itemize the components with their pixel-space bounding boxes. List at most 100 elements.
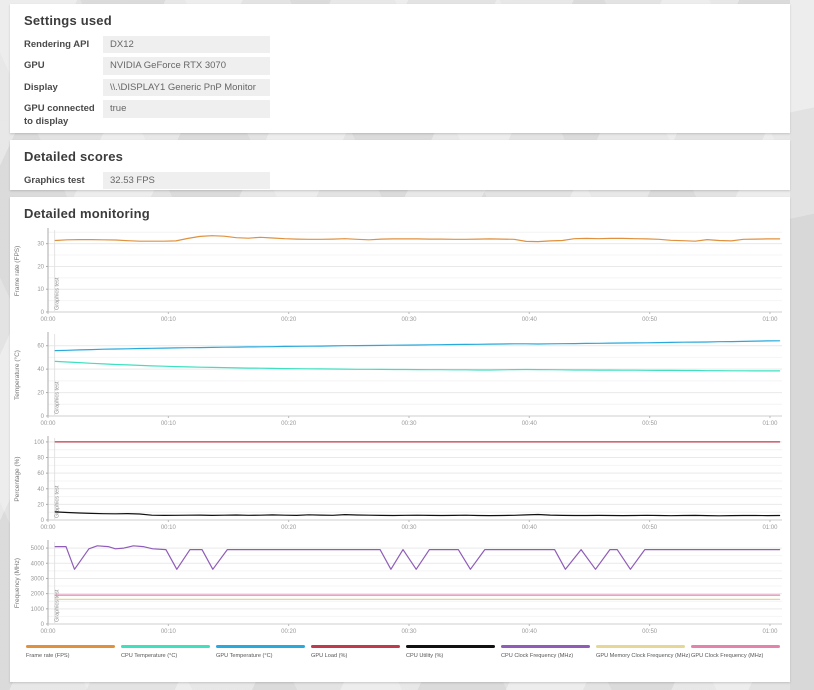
settings-row: GPU connected to display true — [24, 100, 790, 128]
detailed-monitoring-title: Detailed monitoring — [24, 206, 150, 221]
x-tick-label: 00:30 — [401, 421, 417, 427]
legend-color-bar — [596, 645, 685, 648]
field-value: DX12 — [103, 36, 270, 54]
x-tick-label: 00:50 — [642, 629, 658, 635]
y-axis-title: Percentage (%) — [14, 456, 21, 501]
field-value: 32.53 FPS — [103, 172, 270, 190]
x-tick-label: 00:10 — [161, 629, 177, 635]
y-tick-label: 40 — [37, 487, 44, 493]
legend-label: GPU Memory Clock Frequency (MHz) — [596, 653, 690, 659]
x-tick-label: 00:20 — [281, 629, 297, 635]
graphics-test-marker-label: Graphics test — [55, 277, 61, 310]
legend-color-bar — [26, 645, 115, 648]
x-tick-label: 00:30 — [401, 525, 417, 531]
graphics-test-marker-label: Graphics test — [55, 381, 61, 414]
settings-row: GPU NVIDIA GeForce RTX 3070 — [24, 57, 790, 75]
x-tick-label: 00:30 — [401, 317, 417, 323]
x-tick-label: 00:00 — [40, 317, 56, 323]
x-tick-label: 00:20 — [281, 317, 297, 323]
settings-rows: Rendering API DX12 GPU NVIDIA GeForce RTX 3… — [24, 36, 790, 128]
x-tick-label: 00:00 — [40, 421, 56, 427]
x-tick-label: 00:00 — [40, 525, 56, 531]
field-label: Rendering API — [24, 39, 90, 50]
detailed-scores-title: Detailed scores — [24, 149, 124, 164]
y-tick-label: 30 — [37, 242, 44, 248]
x-tick-label: 00:10 — [161, 421, 177, 427]
legend-color-bar — [406, 645, 495, 648]
y-tick-label: 4000 — [31, 561, 45, 567]
y-tick-label: 5000 — [31, 546, 45, 552]
x-tick-label: 00:40 — [522, 317, 538, 323]
settings-row: Display \\.\DISPLAY1 Generic PnP Monitor — [24, 78, 790, 97]
y-axis-title: Temperature (°C) — [13, 350, 21, 400]
legend-color-bar — [121, 645, 210, 648]
x-tick-label: 00:50 — [642, 421, 658, 427]
field-value: \\.\DISPLAY1 Generic PnP Monitor — [103, 78, 270, 97]
field-label: Display — [24, 81, 58, 93]
graphics-test-marker-label: Graphics test — [55, 589, 61, 622]
y-tick-label: 80 — [37, 456, 44, 462]
x-tick-label: 00:50 — [642, 317, 658, 323]
y-tick-label: 1000 — [31, 607, 45, 613]
chart-percentage: 02040608010000:00 00:10 00:20 00:30 00:40 00:… — [12, 434, 788, 538]
field-value: true — [103, 100, 270, 118]
x-tick-label: 00:50 — [642, 525, 658, 531]
y-tick-label: 10 — [37, 287, 44, 293]
scores-rows: Graphics test 32.53 FPS — [24, 172, 790, 190]
legend-label: GPU Load (%) — [311, 653, 348, 659]
monitoring-charts: 0 10 20 30 00:00 00:10 00:20 00:30 00:40 00:50 01:… — [12, 226, 790, 642]
y-tick-label: 100 — [34, 440, 45, 446]
legend-label: Frame rate (FPS) — [26, 653, 70, 659]
x-tick-label: 00:40 — [522, 629, 538, 635]
y-tick-label: 20 — [37, 391, 44, 397]
legend-color-bar — [311, 645, 400, 648]
chart-frequency: 01000200030004000500000:00 00:10 00:20 00:3… — [12, 538, 788, 642]
y-axis-title: Frequency (MHz) — [14, 558, 21, 608]
y-tick-label: 20 — [37, 502, 44, 508]
legend-color-bar — [691, 645, 780, 648]
x-tick-label: 00:10 — [161, 525, 177, 531]
field-label: GPU — [24, 60, 45, 72]
legend-svg: Frame rate (FPS) CPU Temperature (°C) GPU … — [26, 645, 780, 659]
x-tick-label: 01:00 — [762, 629, 778, 635]
settings-used-title: Settings used — [24, 13, 112, 28]
settings-row: Rendering API DX12 — [24, 36, 790, 54]
x-tick-label: 01:00 — [762, 525, 778, 531]
y-tick-label: 40 — [37, 367, 44, 373]
x-tick-label: 00:40 — [522, 525, 538, 531]
legend-label: GPU Temperature (°C) — [216, 653, 273, 659]
chart-temperature: 020406000:00 00:10 00:20 00:30 00:40 00:50 01:… — [12, 330, 788, 434]
x-tick-label: 00:10 — [161, 317, 177, 323]
y-tick-label: 60 — [37, 344, 44, 350]
x-tick-label: 00:30 — [401, 629, 417, 635]
legend-label: CPU Temperature (°C) — [121, 653, 177, 659]
chart-legend: Frame rate (FPS) CPU Temperature (°C) GPU … — [10, 642, 790, 666]
y-tick-label: 60 — [37, 471, 44, 477]
field-label: Graphics test — [24, 175, 85, 186]
x-tick-label: 00:00 — [40, 629, 56, 635]
legend-label: CPU Utility (%) — [406, 653, 443, 659]
graphics-test-marker-label: Graphics test — [55, 485, 61, 518]
x-tick-label: 00:20 — [281, 421, 297, 427]
detailed-scores-card: Detailed scores Graphics test 32.53 FPS — [10, 140, 790, 190]
legend-color-bar — [216, 645, 305, 648]
x-tick-label: 01:00 — [762, 317, 778, 323]
field-value: NVIDIA GeForce RTX 3070 — [103, 57, 270, 75]
field-label: GPU connected to display — [24, 103, 95, 127]
settings-row: Graphics test 32.53 FPS — [24, 172, 790, 190]
settings-used-card: Settings used Rendering API DX12 GPU NVIDIA… — [10, 4, 790, 133]
x-tick-label: 00:20 — [281, 525, 297, 531]
legend-color-bar — [501, 645, 590, 648]
benchmark-results-page: Settings used Rendering API DX12 GPU NVIDIA… — [0, 0, 814, 690]
background-pattern-strip — [790, 0, 814, 690]
x-tick-label: 01:00 — [762, 421, 778, 427]
detailed-monitoring-card: Detailed monitoring 0 10 20 30 00:00 00:10 00:… — [10, 197, 790, 682]
y-axis-title: Frame rate (FPS) — [14, 246, 21, 297]
y-tick-label: 3000 — [31, 576, 45, 582]
legend-label: CPU Clock Frequency (MHz) — [501, 653, 573, 659]
y-tick-label: 2000 — [31, 592, 45, 598]
chart-frame-rate: 010203000:00 00:10 00:20 00:30 00:40 00:50 01:… — [12, 226, 788, 330]
legend-label: GPU Clock Frequency (MHz) — [691, 653, 764, 659]
x-tick-label: 00:40 — [522, 421, 538, 427]
y-tick-label: 20 — [37, 264, 44, 270]
